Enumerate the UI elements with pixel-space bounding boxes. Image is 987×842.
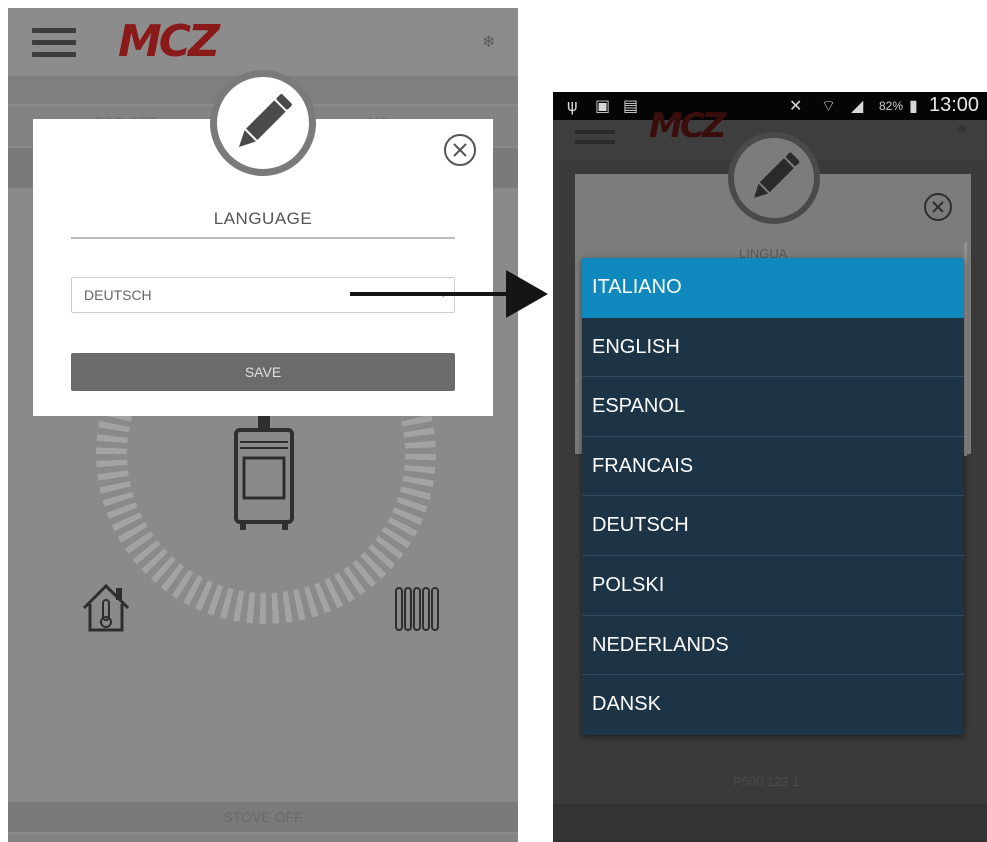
hamburger-menu-icon[interactable] — [32, 28, 76, 58]
language-option-dansk[interactable]: DANSK — [582, 675, 964, 735]
brand-logo: MCZ — [118, 16, 220, 67]
snowflake-icon[interactable]: ❄ — [957, 122, 968, 138]
save-button[interactable]: SAVE — [71, 353, 455, 391]
close-icon[interactable] — [443, 133, 477, 167]
snowflake-icon[interactable]: ❄ — [482, 32, 495, 52]
transition-arrow-head — [506, 270, 548, 318]
language-option-francais[interactable]: FRANCAIS — [582, 436, 964, 497]
brand-logo: MCZ — [649, 106, 726, 146]
radiator-icon[interactable] — [394, 584, 440, 634]
bottom-toolbar — [553, 804, 987, 842]
hamburger-menu-icon[interactable] — [575, 130, 615, 150]
language-option-polski[interactable]: POLSKI — [582, 555, 964, 616]
language-option-espanol[interactable]: ESPANOL — [582, 377, 964, 437]
language-option-nederlands[interactable]: NEDERLANDS — [582, 615, 964, 676]
stove-icon — [234, 414, 294, 530]
battery-percent: 82% — [879, 99, 904, 113]
usb-icon: ψ — [567, 96, 578, 115]
scroll-indicator — [964, 242, 967, 456]
edit-pencil-icon — [210, 70, 316, 176]
stove-status-label: STOVE OFF — [8, 802, 518, 832]
image-icon: ▣ — [595, 96, 611, 115]
edit-pencil-icon — [728, 132, 820, 224]
home-thermometer-icon[interactable] — [80, 582, 132, 634]
clock: 13:00 — [929, 94, 980, 116]
battery-icon: ▮ — [909, 96, 918, 115]
title-divider — [71, 237, 455, 239]
language-option-deutsch[interactable]: DEUTSCH — [582, 496, 964, 556]
language-option-english[interactable]: ENGLISH — [582, 317, 964, 378]
close-icon[interactable] — [923, 192, 953, 222]
notification-icon: ▤ — [623, 96, 639, 115]
mute-icon: ✕ — [789, 96, 803, 115]
language-dropdown-list: ITALIANO ENGLISH ESPANOL FRANCAIS DEUTSC… — [582, 258, 964, 735]
language-select-value: DEUTSCH — [84, 287, 152, 303]
dialog-title: LANGUAGE — [213, 209, 313, 228]
app-header: MCZ ❄ — [8, 8, 518, 74]
wifi-icon: ⌔ — [821, 96, 837, 115]
signal-icon: ◢ — [851, 96, 864, 115]
system-status-bar: ψ ▣ ▤ ✕ ⌔ ◢ 82% ▮ 13:00 — [553, 92, 987, 120]
language-option-italiano[interactable]: ITALIANO — [582, 258, 964, 318]
device-model-label: P500 123 1 — [733, 774, 800, 789]
transition-arrow-line — [350, 292, 510, 296]
bottom-band — [8, 834, 518, 842]
